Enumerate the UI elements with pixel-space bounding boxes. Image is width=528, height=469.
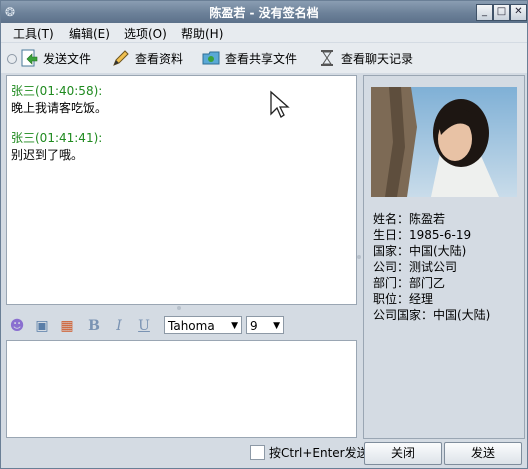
ctrl-enter-checkbox[interactable] (250, 445, 265, 460)
view-chat-history-button[interactable]: 查看聊天记录 (317, 47, 413, 69)
profile-company-country: 公司国家：中国(大陆) (373, 308, 491, 322)
menu-options[interactable]: 选项(O) (122, 24, 169, 43)
chevron-down-icon: ▼ (231, 321, 238, 331)
profile-position: 职位：经理 (373, 292, 434, 306)
chat-window: ❂ 陈盈若 - 没有签名档 _ □ ✕ 工具(T) 编辑(E) 选项(O) 帮助… (0, 0, 528, 469)
italic-icon[interactable]: I (110, 317, 128, 335)
chat-history[interactable]: 张三(01:40:58): 晚上我请客吃饭。 张三(01:41:41): 别迟到… (6, 75, 357, 305)
underline-icon[interactable]: U (135, 317, 153, 335)
font-family-value: Tahoma (168, 319, 215, 333)
font-size-value: 9 (250, 319, 258, 333)
profile-department: 部门：部门乙 (373, 276, 446, 290)
view-profile-button[interactable]: 查看资料 (111, 47, 183, 69)
maximize-button[interactable]: □ (493, 4, 510, 21)
chevron-down-icon: ▼ (273, 321, 280, 331)
message-text: 晚上我请客吃饭。 (11, 101, 108, 115)
contact-info: 姓名：陈盈若 生日：1985-6-19 国家：中国(大陆) 公司：测试公司 部门… (373, 211, 490, 323)
toolbar-grip[interactable] (7, 54, 17, 64)
font-size-select[interactable]: 9 ▼ (246, 316, 284, 334)
contact-photo (371, 87, 517, 197)
contact-panel: 姓名：陈盈若 生日：1985-6-19 国家：中国(大陆) 公司：测试公司 部门… (363, 75, 525, 439)
profile-birthday: 生日：1985-6-19 (373, 228, 472, 242)
menu-help[interactable]: 帮助(H) (179, 24, 225, 43)
pencil-icon (113, 50, 129, 66)
profile-name: 姓名：陈盈若 (373, 212, 446, 226)
image-icon[interactable]: ▦ (58, 317, 76, 335)
ctrl-enter-label: 按Ctrl+Enter发送 (269, 446, 369, 460)
message-text: 别迟到了哦。 (11, 148, 84, 162)
bottom-bar: 按Ctrl+Enter发送 关闭 发送 (1, 439, 527, 468)
font-family-select[interactable]: Tahoma ▼ (164, 316, 242, 334)
send-file-label: 发送文件 (43, 51, 92, 66)
message-input[interactable] (6, 340, 357, 438)
close-chat-button[interactable]: 关闭 (364, 442, 442, 465)
bold-icon[interactable]: B (85, 317, 103, 335)
mouse-cursor-icon (270, 90, 290, 118)
send-button[interactable]: 发送 (444, 442, 522, 465)
view-chat-history-label: 查看聊天记录 (341, 51, 414, 66)
splitter-handle[interactable] (357, 255, 361, 259)
title-bar[interactable]: ❂ 陈盈若 - 没有签名档 _ □ ✕ (1, 1, 527, 23)
menu-bar: 工具(T) 编辑(E) 选项(O) 帮助(H) (1, 23, 527, 42)
splitter-handle[interactable] (177, 306, 181, 310)
view-profile-label: 查看资料 (135, 51, 184, 66)
close-button[interactable]: ✕ (510, 4, 527, 21)
send-file-button[interactable]: 发送文件 (19, 47, 91, 69)
message-sender: 张三(01:40:58): (11, 84, 103, 98)
screenshot-icon[interactable]: ▣ (33, 317, 51, 335)
window-title: 陈盈若 - 没有签名档 (209, 6, 319, 20)
menu-edit[interactable]: 编辑(E) (67, 24, 112, 43)
minimize-button[interactable]: _ (476, 4, 493, 21)
message-sender: 张三(01:41:41): (11, 131, 103, 145)
menu-tools[interactable]: 工具(T) (11, 24, 56, 43)
share-folder-icon (202, 51, 220, 65)
profile-country: 国家：中国(大陆) (373, 244, 467, 258)
send-file-icon (21, 49, 38, 67)
toolbar: 发送文件 查看资料 查看共享文件 查看聊天记录 (1, 43, 527, 73)
profile-company: 公司：测试公司 (373, 260, 458, 274)
view-shared-files-label: 查看共享文件 (225, 51, 298, 66)
message-list: 张三(01:40:58): 晚上我请客吃饭。 张三(01:41:41): 别迟到… (11, 82, 107, 176)
hourglass-icon (321, 50, 333, 66)
format-toolbar: ☻ ▣ ▦ B I U Tahoma ▼ 9 ▼ (6, 314, 357, 338)
emoticon-icon[interactable]: ☻ (8, 317, 26, 335)
view-shared-files-button[interactable]: 查看共享文件 (201, 47, 297, 69)
